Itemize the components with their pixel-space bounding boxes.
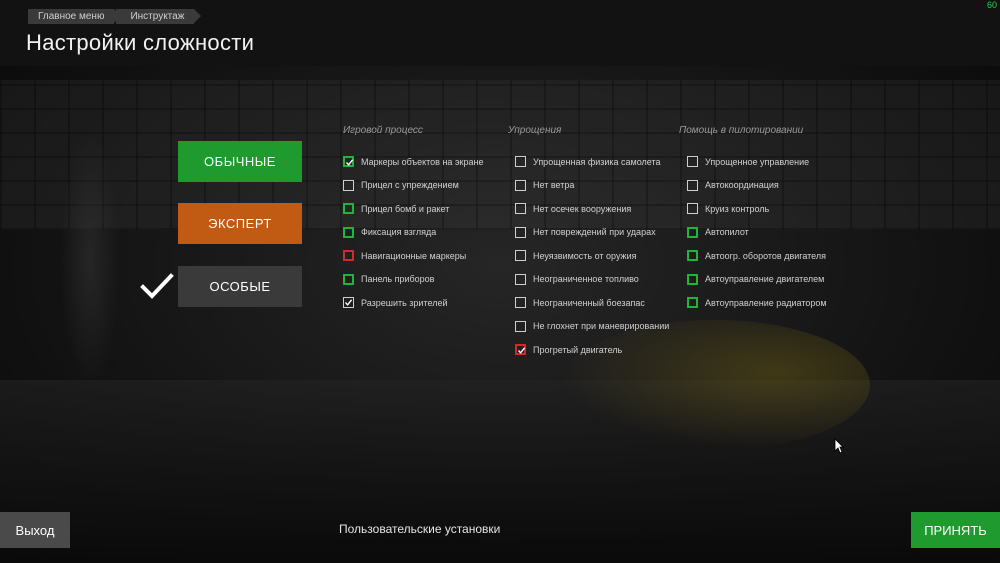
option-label: Круиз контроль (705, 203, 770, 214)
page-title: Настройки сложности (26, 30, 255, 55)
option-row[interactable]: Не глохнет при маневрировании (515, 315, 669, 339)
header-bar: Главное меню Инструктаж Настройки сложно… (0, 0, 1000, 66)
checkbox[interactable] (515, 203, 526, 215)
option-row[interactable]: Автоуправление радиатором (687, 291, 827, 315)
checkbox[interactable] (687, 297, 698, 309)
preset-normal-button[interactable]: ОБЫЧНЫЕ (178, 141, 302, 182)
option-row[interactable]: Прицел с упреждением (343, 174, 483, 198)
option-row[interactable]: Круиз контроль (687, 197, 827, 221)
checkbox-checked[interactable] (343, 156, 354, 168)
checkbox[interactable] (515, 273, 526, 285)
option-label: Нет повреждений при ударах (533, 227, 656, 238)
option-row[interactable]: Маркеры объектов на экране (343, 150, 483, 174)
option-row[interactable]: Неуязвимость от оружия (515, 244, 669, 268)
custom-settings-label: Пользовательские установки (339, 522, 501, 536)
option-label: Неограниченное топливо (533, 274, 639, 285)
mouse-cursor-icon (834, 438, 844, 454)
option-label: Упрощенное управление (705, 156, 810, 167)
checkbox[interactable] (687, 179, 698, 191)
checkbox[interactable] (515, 226, 526, 238)
option-label: Неограниченный боезапас (533, 297, 645, 308)
option-label: Автоогр. оборотов двигателя (705, 250, 826, 261)
option-row[interactable]: Упрощенное управление (687, 150, 827, 174)
checkbox[interactable] (343, 203, 354, 215)
checkbox[interactable] (687, 156, 698, 168)
column-simplifications: Упрощения Упрощенная физика самолета Нет … (508, 125, 669, 362)
option-row[interactable]: Автопилот (687, 221, 827, 245)
propeller-silhouette (60, 130, 120, 390)
checkbox[interactable] (687, 250, 698, 262)
column-title: Помощь в пилотировании (679, 125, 804, 136)
column-title: Упрощения (508, 125, 562, 136)
option-row[interactable]: Нет повреждений при ударах (515, 221, 669, 245)
checkbox[interactable] (515, 156, 526, 168)
checkbox[interactable] (687, 203, 698, 215)
checkbox[interactable] (343, 250, 354, 262)
checkbox[interactable] (343, 273, 354, 285)
checkbox[interactable] (343, 226, 354, 238)
preset-custom-button[interactable]: ОСОБЫЕ (178, 266, 302, 307)
option-label: Нет ветра (533, 180, 575, 191)
option-label: Автокоординация (705, 180, 779, 191)
fps-counter: 60 (986, 0, 997, 10)
check-icon (345, 159, 354, 167)
selected-checkmark-icon (140, 273, 174, 299)
column-title: Игровой процесс (343, 125, 423, 136)
option-row[interactable]: Неограниченное топливо (515, 268, 669, 292)
option-label: Прогретый двигатель (533, 344, 623, 355)
option-row[interactable]: Упрощенная физика самолета (515, 150, 669, 174)
checkbox[interactable] (515, 179, 526, 191)
preset-expert-button[interactable]: ЭКСПЕРТ (178, 203, 302, 244)
option-label: Автоуправление радиатором (705, 297, 827, 308)
checkbox[interactable] (343, 179, 354, 191)
checkbox[interactable] (687, 226, 698, 238)
option-row[interactable]: Автоогр. оборотов двигателя (687, 244, 827, 268)
breadcrumb: Главное меню Инструктаж (28, 9, 202, 24)
checkbox[interactable] (515, 320, 526, 332)
breadcrumb-briefing[interactable]: Инструктаж (116, 9, 202, 24)
checkbox-checked[interactable] (343, 297, 354, 309)
breadcrumb-main-menu[interactable]: Главное меню (28, 9, 122, 24)
checkbox[interactable] (515, 297, 526, 309)
checkbox[interactable] (687, 273, 698, 285)
hangar-window-grid (0, 80, 1000, 230)
option-label: Маркеры объектов на экране (361, 156, 484, 167)
option-label: Нет осечек вооружения (533, 203, 632, 214)
option-row[interactable]: Панель приборов (343, 268, 483, 292)
option-label: Неуязвимость от оружия (533, 250, 637, 261)
check-icon (517, 347, 526, 355)
options-list: Упрощенное управление Автокоординация Круи… (687, 150, 827, 315)
check-icon (344, 299, 353, 307)
option-row[interactable]: Нет ветра (515, 174, 669, 198)
option-label: Панель приборов (361, 274, 435, 285)
option-label: Упрощенная физика самолета (533, 156, 661, 167)
option-label: Навигационные маркеры (361, 250, 467, 261)
option-row[interactable]: Навигационные маркеры (343, 244, 483, 268)
option-label: Автопилот (705, 227, 749, 238)
column-gameplay: Игровой процесс Маркеры объектов на экра… (343, 125, 483, 315)
option-row[interactable]: Фиксация взгляда (343, 221, 483, 245)
option-label: Прицел бомб и ракет (361, 203, 450, 214)
checkbox[interactable] (515, 250, 526, 262)
option-label: Фиксация взгляда (361, 227, 437, 238)
option-row[interactable]: Автоуправление двигателем (687, 268, 827, 292)
options-list: Маркеры объектов на экране Прицел с упреж… (343, 150, 483, 315)
options-list: Упрощенная физика самолета Нет ветра Нет о… (515, 150, 669, 362)
option-row[interactable]: Разрешить зрителей (343, 291, 483, 315)
option-row[interactable]: Автокоординация (687, 174, 827, 198)
checkbox-checked[interactable] (515, 344, 526, 356)
exit-button[interactable]: Выход (0, 512, 70, 548)
column-piloting-assist: Помощь в пилотировании Упрощенное управл… (679, 125, 827, 315)
option-row[interactable]: Нет осечек вооружения (515, 197, 669, 221)
option-label: Разрешить зрителей (361, 297, 448, 308)
option-row[interactable]: Неограниченный боезапас (515, 291, 669, 315)
option-label: Не глохнет при маневрировании (533, 321, 670, 332)
option-row[interactable]: Прогретый двигатель (515, 338, 669, 362)
option-label: Автоуправление двигателем (705, 274, 825, 285)
option-label: Прицел с упреждением (361, 180, 459, 191)
option-row[interactable]: Прицел бомб и ракет (343, 197, 483, 221)
accept-button[interactable]: ПРИНЯТЬ (911, 512, 1000, 548)
